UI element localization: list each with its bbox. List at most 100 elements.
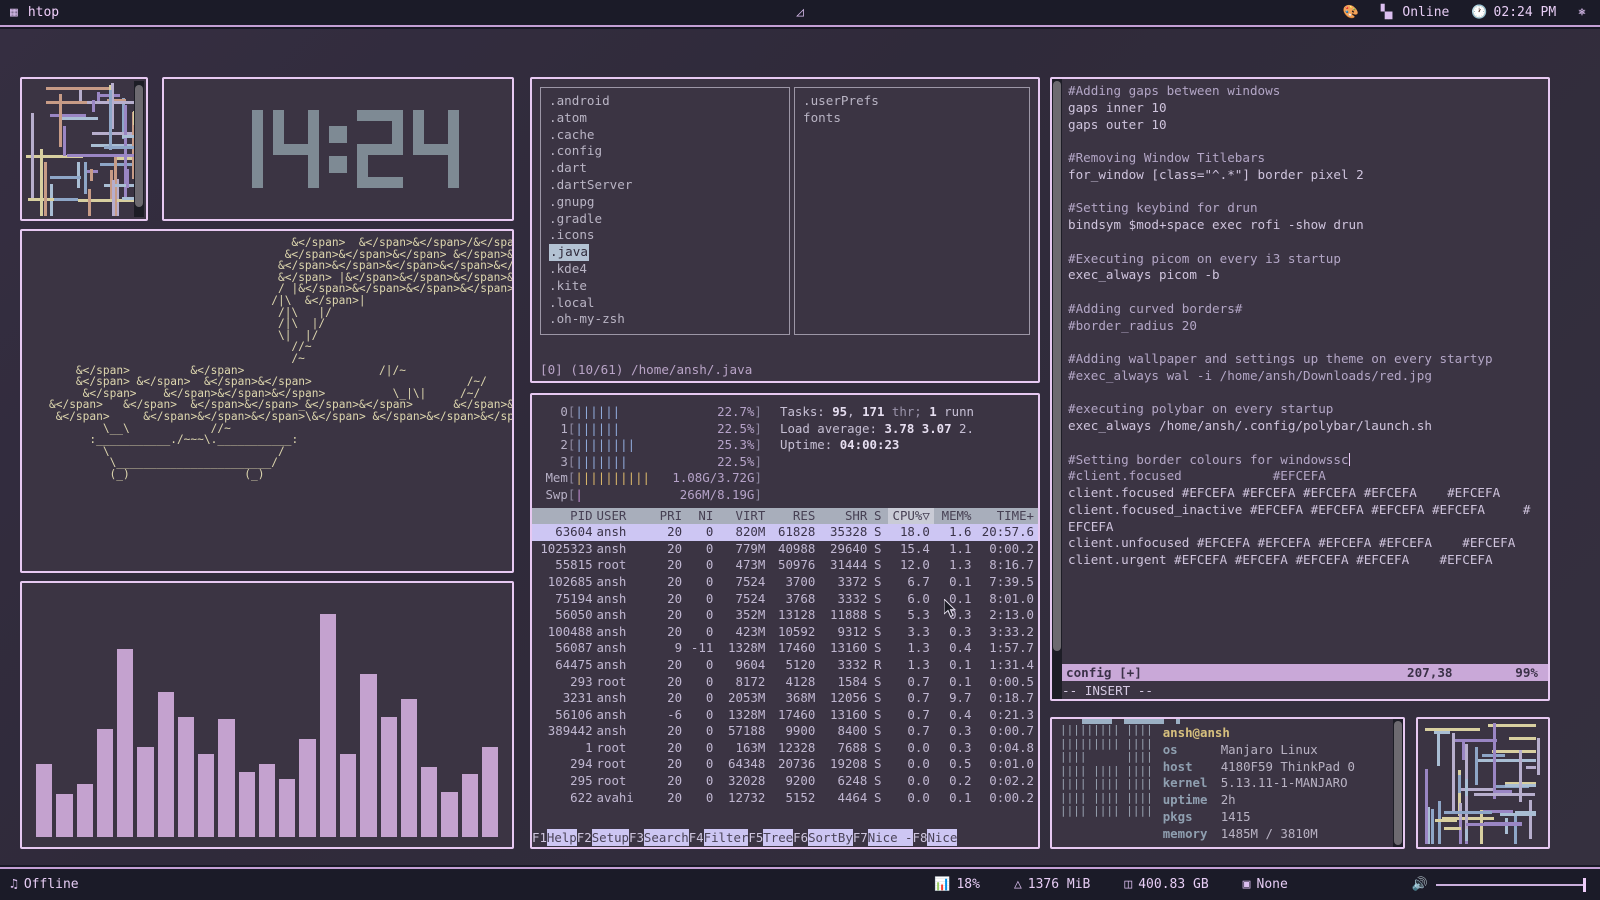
editor-line[interactable]: #border_radius 20 bbox=[1068, 318, 1548, 335]
volume-icon[interactable]: 🔊 bbox=[1412, 878, 1428, 891]
editor-line[interactable]: exec_always /home/ansh/.config/polybar/l… bbox=[1068, 418, 1548, 435]
table-row[interactable]: 63604 ansh 20 0 820M 61828 35328 S 18.0 1.6 20:57.… bbox=[532, 524, 1038, 541]
editor-line[interactable] bbox=[1068, 435, 1548, 452]
clock[interactable]: 🕐 02:24 PM bbox=[1471, 5, 1556, 20]
file-list-item[interactable]: .config bbox=[549, 143, 781, 160]
column-header[interactable]: S bbox=[871, 508, 888, 525]
file-list-item[interactable]: .kde4 bbox=[549, 261, 781, 278]
table-row[interactable]: 1 root 20 0 163M 12328 7688 S 0.0 0.3 0:04.8 bbox=[532, 740, 1038, 757]
function-key[interactable]: F2Setup bbox=[576, 829, 629, 847]
column-header[interactable]: MEM% bbox=[934, 508, 976, 525]
scrollbar[interactable] bbox=[134, 81, 144, 217]
editor-line[interactable] bbox=[1068, 133, 1548, 150]
palette-button[interactable]: 🎨 bbox=[1343, 6, 1359, 19]
editor-line[interactable]: #Adding gaps between windows bbox=[1068, 83, 1548, 100]
process-table[interactable]: PID USER PRI NI VIRT RES SHR S CPU%▽ MEM% TIME+ 63… bbox=[532, 507, 1038, 807]
editor-line[interactable]: #exec_always wal -i /home/ansh/Downloads… bbox=[1068, 368, 1548, 385]
window-vim-editor[interactable]: #Adding gaps between windows gaps inner 1… bbox=[1050, 77, 1550, 701]
editor-line[interactable]: exec_always picom -b bbox=[1068, 267, 1548, 284]
table-row[interactable]: 64475 ansh 20 0 9604 5120 3332 R 1.3 0.1 1:31.4 bbox=[532, 657, 1038, 674]
file-list-current[interactable]: .android .atom .cache .config .dart .dartServ… bbox=[540, 87, 790, 335]
table-row[interactable]: 75194 ansh 20 0 7524 3768 3332 S 6.0 0.1 8:01.0 bbox=[532, 591, 1038, 608]
column-header[interactable]: SHR bbox=[819, 508, 871, 525]
window-file-manager[interactable]: .android .atom .cache .config .dart .dartServ… bbox=[530, 77, 1040, 383]
table-row[interactable]: 100488 ansh 20 0 423M 10592 9312 S 3.3 0.3 3:33.2 bbox=[532, 624, 1038, 641]
file-list-item[interactable]: .dart bbox=[549, 160, 781, 177]
volume-knob[interactable] bbox=[1583, 877, 1586, 892]
fn-action-label[interactable]: Search bbox=[643, 829, 689, 847]
editor-line[interactable]: for_window [class="^.*"] border pixel 2 bbox=[1068, 167, 1548, 184]
volume-control[interactable]: 🔊 bbox=[1412, 877, 1586, 892]
editor-line[interactable]: client.urgent #EFCEFA #EFCEFA #EFCEFA #E… bbox=[1068, 552, 1548, 569]
table-row[interactable]: 294 root 20 0 64348 20736 19208 S 0.0 0.5 0:01.0 bbox=[532, 756, 1038, 773]
file-list-item[interactable]: .kite bbox=[549, 278, 781, 295]
table-row[interactable]: 56106 ansh -6 0 1328M 17460 13160 S 0.7 0.4 0:21.3 bbox=[532, 707, 1038, 724]
process-table-body[interactable]: 63604 ansh 20 0 820M 61828 35328 S 18.0 1.6 20:57.… bbox=[532, 524, 1038, 806]
fn-action-label[interactable]: Setup bbox=[591, 829, 629, 847]
column-header[interactable]: RES bbox=[769, 508, 819, 525]
table-row[interactable]: 56087 ansh 9 -11 1328M 17460 13160 S 1.3 0.4 1:57.… bbox=[532, 640, 1038, 657]
file-list-item[interactable]: .android bbox=[549, 93, 781, 110]
window-tiles-art-2[interactable] bbox=[1416, 717, 1550, 849]
network-status[interactable]: ▚▖ Online bbox=[1381, 5, 1450, 20]
package-updates[interactable]: ▣ None bbox=[1243, 877, 1288, 892]
workspace-indicator[interactable]: ◿ bbox=[796, 6, 804, 19]
file-list-preview[interactable]: .userPrefs fonts bbox=[794, 87, 1030, 335]
window-ascii-art[interactable]: &</span> &</span>&</span>/&</span>&</spa… bbox=[20, 229, 514, 573]
editor-line[interactable]: bindsym $mod+space exec rofi -show drun bbox=[1068, 217, 1548, 234]
disk-usage[interactable]: ◫ 400.83 GB bbox=[1124, 877, 1208, 892]
editor-line[interactable]: #Executing picom on every i3 startup bbox=[1068, 251, 1548, 268]
function-key[interactable]: F6SortBy bbox=[793, 829, 853, 847]
grid-icon[interactable]: ▦ bbox=[10, 6, 18, 19]
table-row[interactable]: 622 avahi 20 0 12732 5152 4464 S 0.0 0.1 0:00.2 bbox=[532, 790, 1038, 807]
editor-line[interactable] bbox=[1068, 184, 1548, 201]
editor-line[interactable] bbox=[1068, 385, 1548, 402]
editor-line[interactable]: #Setting border colours for windowssc bbox=[1068, 452, 1548, 469]
cpu-usage[interactable]: 📊 18% bbox=[934, 877, 980, 892]
function-key[interactable]: F1Help bbox=[532, 829, 577, 847]
file-list-item[interactable]: .atom bbox=[549, 110, 781, 127]
fn-action-label[interactable]: Tree bbox=[763, 829, 794, 847]
column-header[interactable]: PID bbox=[532, 508, 597, 525]
column-header[interactable]: CPU%▽ bbox=[888, 507, 934, 525]
vim-text-area[interactable]: #Adding gaps between windows gaps inner 1… bbox=[1062, 79, 1548, 699]
file-list-item[interactable]: .dartServer bbox=[549, 177, 781, 194]
process-table-header[interactable]: PID USER PRI NI VIRT RES SHR S CPU%▽ MEM% TIME+ bbox=[532, 507, 1038, 525]
editor-line[interactable]: EFCEFA bbox=[1068, 519, 1548, 536]
table-row[interactable]: 56050 ansh 20 0 352M 13128 11888 S 5.3 0.3 2:13.0 bbox=[532, 607, 1038, 624]
function-key[interactable]: F8Nice bbox=[912, 829, 958, 847]
vim-scrollbar[interactable] bbox=[1052, 79, 1062, 699]
editor-line[interactable]: #Adding curved borders# bbox=[1068, 301, 1548, 318]
editor-line[interactable] bbox=[1068, 234, 1548, 251]
window-neofetch[interactable]: ||||||||| |||| ||||||||| |||| |||| |||| … bbox=[1050, 717, 1405, 849]
table-row[interactable]: 295 root 20 0 32028 9200 6248 S 0.0 0.2 0:02.2 bbox=[532, 773, 1038, 790]
window-audio-visualizer[interactable] bbox=[20, 581, 514, 849]
table-row[interactable]: 1025323 ansh 20 0 779M 40988 29640 S 15.4 1.1 0:00… bbox=[532, 541, 1038, 558]
htop-function-bar[interactable]: F1Help F2Setup F3Search F4Filter F5Tree F6… bbox=[532, 829, 1038, 847]
file-list-item[interactable]: .java bbox=[549, 244, 781, 261]
editor-line[interactable]: client.focused_inactive #EFCEFA #EFCEFA … bbox=[1068, 502, 1548, 519]
fn-action-label[interactable]: Help bbox=[546, 829, 577, 847]
editor-line[interactable]: client.focused #EFCEFA #EFCEFA #EFCEFA #… bbox=[1068, 485, 1548, 502]
file-list-item[interactable]: .local bbox=[549, 295, 781, 312]
layout-icon[interactable]: ◿ bbox=[796, 6, 804, 19]
fn-action-label[interactable]: SortBy bbox=[808, 829, 853, 847]
editor-line[interactable]: gaps outer 10 bbox=[1068, 117, 1548, 134]
preview-list-item[interactable]: fonts bbox=[803, 110, 1021, 127]
table-row[interactable]: 55815 root 20 0 473M 50976 31444 S 12.0 1.3 8:16.7 bbox=[532, 557, 1038, 574]
column-header[interactable]: TIME+ bbox=[975, 508, 1038, 525]
file-list-item[interactable]: .gradle bbox=[549, 211, 781, 228]
neofetch-scrollbar[interactable] bbox=[1393, 719, 1403, 847]
function-key[interactable]: F5Tree bbox=[748, 829, 794, 847]
editor-line[interactable] bbox=[1068, 334, 1548, 351]
table-row[interactable]: 3231 ansh 20 0 2053M 368M 12056 S 0.7 9.7 0:18.7 bbox=[532, 690, 1038, 707]
palette-icon[interactable]: 🎨 bbox=[1343, 6, 1359, 19]
table-row[interactable]: 102685 ansh 20 0 7524 3700 3372 S 6.7 0.1 7:39.5 bbox=[532, 574, 1038, 591]
editor-line[interactable] bbox=[1068, 284, 1548, 301]
preview-list-item[interactable]: .userPrefs bbox=[803, 93, 1021, 110]
editor-line[interactable]: #Setting keybind for drun bbox=[1068, 200, 1548, 217]
fn-action-label[interactable]: Nice bbox=[927, 829, 958, 847]
function-key[interactable]: F4Filter bbox=[688, 829, 749, 847]
window-htop[interactable]: 0[|||||| 22.7%] 1[|||||| 22.5%] 2[||||||… bbox=[530, 393, 1040, 849]
memory-usage[interactable]: △ 1376 MiB bbox=[1014, 877, 1090, 892]
